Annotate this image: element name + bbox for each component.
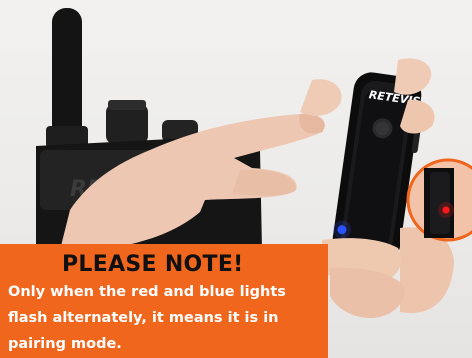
red-led-inset	[406, 158, 472, 242]
thumb	[300, 79, 342, 116]
notice-line-2: flash alternately, it means it is in	[8, 310, 279, 326]
notice-line-3: pairing mode.	[8, 336, 122, 352]
notice-title: PLEASE NOTE!	[62, 252, 244, 277]
product-image: RE RETEVIS PLEASE NOTE! Only when the re…	[0, 0, 472, 358]
radio-antenna	[52, 8, 82, 140]
notice-line-1: Only when the red and blue lights	[8, 284, 286, 300]
